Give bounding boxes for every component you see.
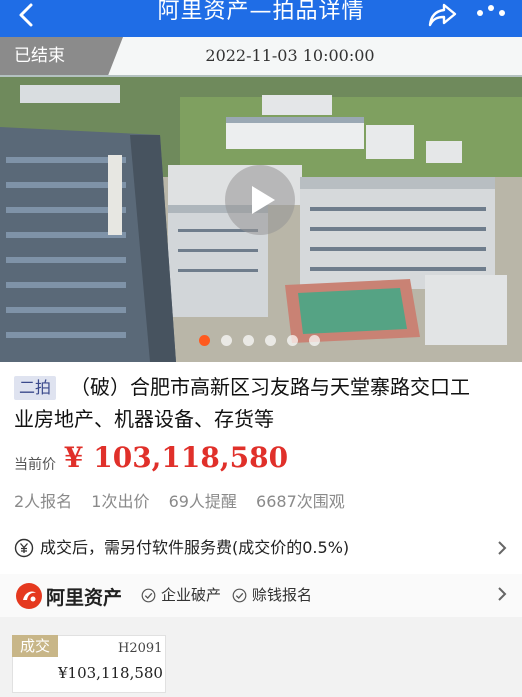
check-circle-icon	[232, 588, 247, 603]
deal-price: ¥103,118,580	[58, 664, 163, 682]
auction-stats: 2人报名 1次出价 69人提醒 6687次围观	[14, 488, 359, 511]
lot-code: H2091	[118, 641, 163, 656]
reminder-count: 69人提醒	[168, 492, 237, 511]
yuan-icon	[14, 538, 34, 558]
fee-notice-text: 成交后，需另付软件服务费(成交价的0.5%)	[40, 538, 350, 557]
view-count: 6687次围观	[256, 492, 345, 511]
check-circle-icon	[141, 588, 156, 603]
alibaba-assets-logo	[16, 583, 42, 609]
item-title-line-2: 业房地产、机器设备、存货等	[14, 407, 274, 431]
round-tag: 二拍	[14, 376, 56, 400]
end-time: 2022-11-03 10:00:00	[205, 46, 375, 65]
carousel-dot[interactable]	[287, 335, 298, 346]
carousel-dot[interactable]	[309, 335, 320, 346]
carousel-dot[interactable]	[199, 335, 210, 346]
chevron-right-icon[interactable]	[496, 585, 508, 603]
share-icon[interactable]	[428, 2, 458, 28]
status-badge: 已结束	[0, 37, 123, 75]
price-label: 当前价	[14, 457, 56, 473]
play-icon	[252, 186, 275, 214]
registered-count: 2人报名	[14, 492, 73, 511]
more-options-icon[interactable]	[474, 0, 508, 20]
play-video-button[interactable]	[225, 165, 295, 235]
item-title-line-1: （破）合肥市高新区习友路与天堂寨路交口工	[70, 375, 470, 399]
bid-count: 1次出价	[91, 492, 150, 511]
seller-tag-bankruptcy: 企业破产	[141, 585, 221, 605]
chevron-right-icon[interactable]	[496, 539, 508, 557]
current-price: ¥ 103,118,580	[64, 441, 289, 474]
carousel-dot[interactable]	[221, 335, 232, 346]
seller-tag-credit: 赊钱报名	[232, 585, 312, 605]
carousel-dot[interactable]	[243, 335, 254, 346]
carousel-dot[interactable]	[265, 335, 276, 346]
deal-tag: 成交	[12, 635, 58, 657]
seller-name: 阿里资产	[46, 587, 123, 609]
top-nav-bar: 阿里资产—拍品详情	[0, 0, 522, 37]
